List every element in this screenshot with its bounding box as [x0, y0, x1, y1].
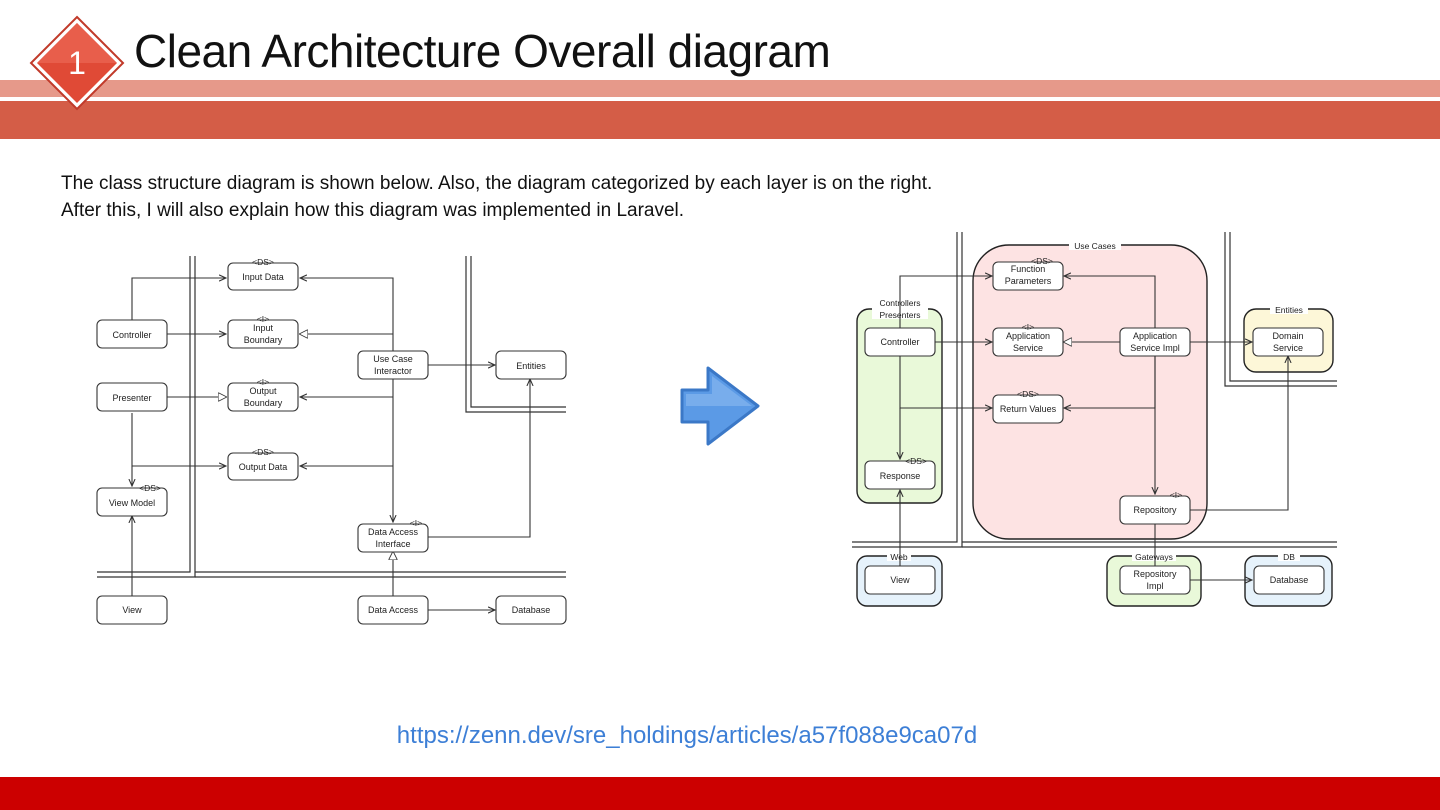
transition-arrow-icon — [680, 366, 760, 446]
svg-text:Impl: Impl — [1146, 581, 1163, 591]
header-band-light — [0, 80, 1440, 97]
box-database: Database — [495, 595, 567, 625]
svg-text:Service: Service — [1013, 343, 1043, 353]
page-title: Clean Architecture Overall diagram — [134, 25, 831, 77]
svg-text:Database: Database — [512, 605, 551, 615]
svg-text:Gateways: Gateways — [1135, 552, 1173, 562]
svg-text:Database: Database — [1270, 575, 1309, 585]
svg-text:Boundary: Boundary — [244, 335, 283, 345]
layered-architecture-diagram: Use Cases Controllers Presenters Entitie… — [842, 218, 1350, 630]
box-use-case-interactor: Use Case Interactor — [357, 350, 429, 380]
stereotype-interface: <I> — [1170, 490, 1182, 500]
svg-text:View: View — [122, 605, 142, 615]
box-repository-impl: Repository Impl — [1119, 565, 1191, 595]
svg-text:Return Values: Return Values — [1000, 404, 1057, 414]
intro-line-2: After this, I will also explain how this… — [61, 200, 685, 221]
svg-text:Presenter: Presenter — [112, 393, 151, 403]
box-application-service-impl: Application Service Impl — [1119, 327, 1191, 357]
svg-text:Use Case: Use Case — [373, 354, 413, 364]
slide-number-badge: 1 — [29, 15, 125, 111]
svg-text:Output Data: Output Data — [239, 462, 288, 472]
intro-line-1: The class structure diagram is shown bel… — [61, 173, 933, 194]
box-presenter: Presenter — [96, 382, 168, 412]
intro-text: The class structure diagram is shown bel… — [61, 170, 932, 224]
svg-text:Boundary: Boundary — [244, 398, 283, 408]
svg-text:Interactor: Interactor — [374, 366, 412, 376]
svg-text:View Model: View Model — [109, 498, 155, 508]
box-domain-service: Domain Service — [1252, 327, 1324, 357]
svg-text:Entities: Entities — [1275, 305, 1303, 315]
svg-text:Service Impl: Service Impl — [1130, 343, 1180, 353]
box-database: Database — [1253, 565, 1325, 595]
box-entities: Entities — [495, 350, 567, 380]
svg-text:View: View — [890, 575, 910, 585]
box-view-model: <DS> View Model — [96, 483, 168, 517]
footer-bar — [0, 777, 1440, 810]
stereotype-ds: <DS> — [139, 483, 161, 493]
svg-text:Input: Input — [253, 323, 274, 333]
svg-text:Controller: Controller — [112, 330, 151, 340]
svg-text:Repository: Repository — [1133, 505, 1177, 515]
svg-text:Data Access: Data Access — [368, 527, 419, 537]
svg-text:Entities: Entities — [516, 361, 546, 371]
box-controller: Controller — [864, 327, 936, 357]
svg-text:Service: Service — [1273, 343, 1303, 353]
svg-text:Function: Function — [1011, 264, 1046, 274]
box-response: <DS> Response — [864, 456, 936, 490]
stereotype-ds: <DS> — [905, 456, 927, 466]
svg-text:Parameters: Parameters — [1005, 276, 1052, 286]
svg-text:Response: Response — [880, 471, 921, 481]
svg-text:Application: Application — [1006, 331, 1050, 341]
svg-text:Domain: Domain — [1272, 331, 1303, 341]
stereotype-ds: <DS> — [1017, 389, 1039, 399]
source-article-link[interactable]: https://zenn.dev/sre_holdings/articles/a… — [0, 722, 1374, 750]
svg-text:Output: Output — [249, 386, 277, 396]
box-controller: Controller — [96, 319, 168, 349]
svg-text:Application: Application — [1133, 331, 1177, 341]
svg-text:Data Access: Data Access — [368, 605, 419, 615]
slide-number: 1 — [68, 45, 86, 81]
svg-text:Repository: Repository — [1133, 569, 1177, 579]
box-view: View — [96, 595, 168, 625]
clean-architecture-class-diagram: <DS> Input Data <I> Input Boundary <I> O… — [70, 238, 580, 652]
group-label: Use Cases — [1074, 241, 1116, 251]
svg-text:Web: Web — [890, 552, 908, 562]
header-band-dark — [0, 101, 1440, 139]
svg-text:Input Data: Input Data — [242, 272, 284, 282]
box-data-access: Data Access — [357, 595, 429, 625]
svg-text:DB: DB — [1283, 552, 1295, 562]
stereotype-ds: <DS> — [252, 447, 274, 457]
box-view: View — [864, 565, 936, 595]
stereotype-ds: <DS> — [252, 257, 274, 267]
svg-text:Interface: Interface — [375, 539, 410, 549]
svg-text:Controller: Controller — [880, 337, 919, 347]
